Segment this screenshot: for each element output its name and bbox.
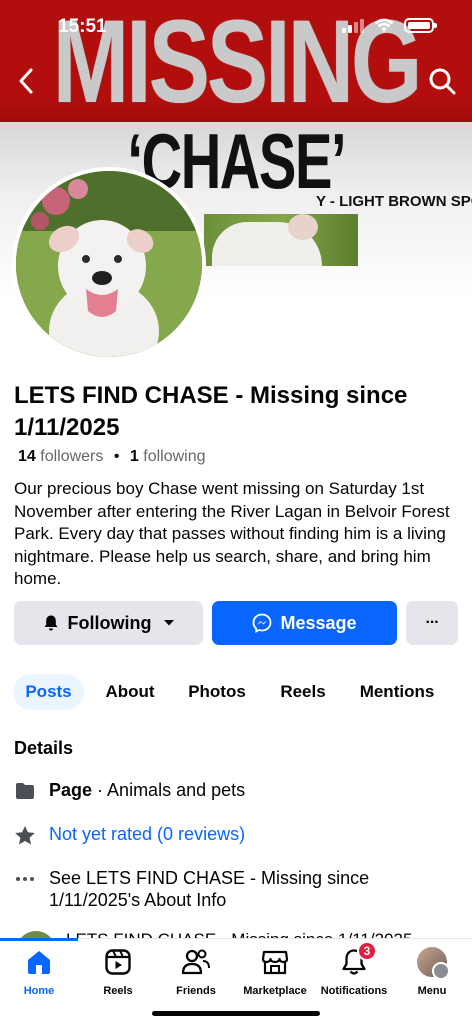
reels-icon xyxy=(103,947,133,977)
star-icon xyxy=(14,824,36,846)
nav-friends-label: Friends xyxy=(176,985,216,997)
tab-about[interactable]: About xyxy=(98,674,162,710)
rating-link[interactable]: Not yet rated (0 reviews) xyxy=(49,823,245,845)
tab-reels[interactable]: Reels xyxy=(274,674,332,710)
following-button[interactable]: Following xyxy=(14,601,203,645)
follow-stats: 14 followers • 1 following xyxy=(18,448,206,466)
messenger-icon xyxy=(253,613,272,633)
bell-icon: 3 xyxy=(339,941,377,977)
status-bar: 15:51 xyxy=(0,0,472,54)
detail-rating[interactable]: Not yet rated (0 reviews) xyxy=(14,823,245,846)
followers-label[interactable]: followers xyxy=(40,448,103,465)
message-button-label: Message xyxy=(280,612,357,633)
cover-description: Y - LIGHT BROWN SPOTS ON EARS xyxy=(316,193,472,210)
nav-notifications-label: Notifications xyxy=(320,985,388,997)
page-bio: Our precious boy Chase went missing on S… xyxy=(14,479,450,588)
details-heading: Details xyxy=(14,738,74,758)
active-tab-indicator xyxy=(0,938,78,941)
nav-home-label: Home xyxy=(23,985,55,997)
page-type-separator: · xyxy=(92,780,108,800)
notification-badge: 3 xyxy=(357,941,377,961)
following-button-label: Following xyxy=(67,612,152,633)
status-time: 15:51 xyxy=(58,16,107,37)
message-button[interactable]: Message xyxy=(212,601,397,645)
nav-reels-label: Reels xyxy=(103,985,133,997)
wifi-icon xyxy=(374,18,394,32)
profile-avatar xyxy=(417,947,450,980)
nav-marketplace[interactable]: Marketplace xyxy=(232,947,318,997)
more-options-button[interactable]: ··· xyxy=(406,601,458,645)
page-title: LETS FIND CHASE - Missing since 1/11/202… xyxy=(14,382,408,441)
nav-home[interactable]: Home xyxy=(0,947,82,997)
tab-posts[interactable]: Posts xyxy=(13,674,84,710)
marketplace-icon xyxy=(260,947,290,977)
page-type-label: Page xyxy=(49,780,93,800)
more-dots-icon xyxy=(14,868,36,890)
dog-ear-shape xyxy=(288,214,318,240)
nav-marketplace-label: Marketplace xyxy=(243,985,307,997)
page-category: Animals and pets xyxy=(107,780,246,800)
detail-page-category: Page · Animals and pets xyxy=(14,779,245,802)
detail-about-link[interactable]: See LETS FIND CHASE - Missing since 1/11… xyxy=(14,867,409,911)
menu-profile-avatar xyxy=(417,947,450,980)
tab-mentions[interactable]: Mentions xyxy=(352,674,442,710)
nav-reels[interactable]: Reels xyxy=(75,947,161,997)
search-icon[interactable] xyxy=(426,64,458,98)
dog-photo xyxy=(16,171,202,357)
home-indicator[interactable] xyxy=(152,1011,320,1016)
bell-icon xyxy=(44,615,57,631)
more-options-label: ··· xyxy=(425,614,440,631)
profile-picture[interactable] xyxy=(12,167,206,361)
nav-friends[interactable]: Friends xyxy=(153,947,239,997)
nav-notifications[interactable]: 3 Notifications xyxy=(311,941,397,997)
caret-down-icon xyxy=(164,620,175,626)
following-label[interactable]: following xyxy=(143,448,205,465)
following-count[interactable]: 1 xyxy=(130,448,139,465)
about-info-link[interactable]: See LETS FIND CHASE - Missing since 1/11… xyxy=(49,867,409,911)
followers-count[interactable]: 14 xyxy=(18,448,36,465)
back-arrow-icon[interactable] xyxy=(14,64,42,98)
flag-page-icon xyxy=(14,780,36,802)
battery-icon xyxy=(404,18,437,33)
stats-separator: • xyxy=(113,448,120,465)
status-icons xyxy=(342,18,437,33)
home-icon xyxy=(24,947,54,977)
tab-photos[interactable]: Photos xyxy=(180,674,254,710)
cellular-signal-icon xyxy=(342,18,364,33)
nav-menu[interactable]: Menu xyxy=(389,947,472,997)
bottom-navigation: Home Reels Friends Marketplace 3 Notific… xyxy=(0,938,472,1024)
cover-dog-photo xyxy=(204,214,358,266)
friends-icon xyxy=(181,947,211,977)
nav-menu-label: Menu xyxy=(417,985,447,997)
